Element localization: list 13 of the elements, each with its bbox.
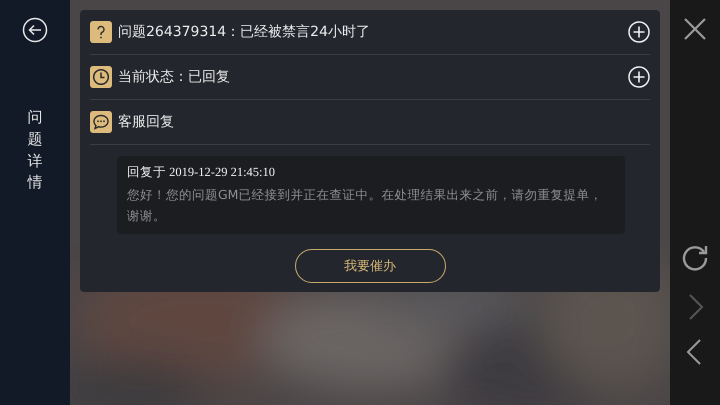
question-icon <box>90 21 112 43</box>
page-title: 问题详情 <box>28 107 42 194</box>
row-text: 当前状态：已回复 <box>118 68 231 86</box>
chat-bubble-icon <box>90 111 112 133</box>
row-text: 问题264379314：已经被禁言24小时了 <box>118 23 371 41</box>
reply-time: 回复于 2019-12-29 21:45:10 <box>127 164 276 181</box>
clock-icon <box>90 66 112 88</box>
reply-message: 您好！您的问题GM已经接到并正在查证中。在处理结果出来之前，请勿重复提单，谢谢。 <box>127 186 604 225</box>
expand-plus-icon[interactable] <box>628 21 650 43</box>
row-text: 客服回复 <box>118 113 175 131</box>
urge-button[interactable]: 我要催办 <box>294 249 446 283</box>
back-circle-button[interactable] <box>22 17 48 43</box>
expand-plus-icon[interactable] <box>628 66 650 88</box>
